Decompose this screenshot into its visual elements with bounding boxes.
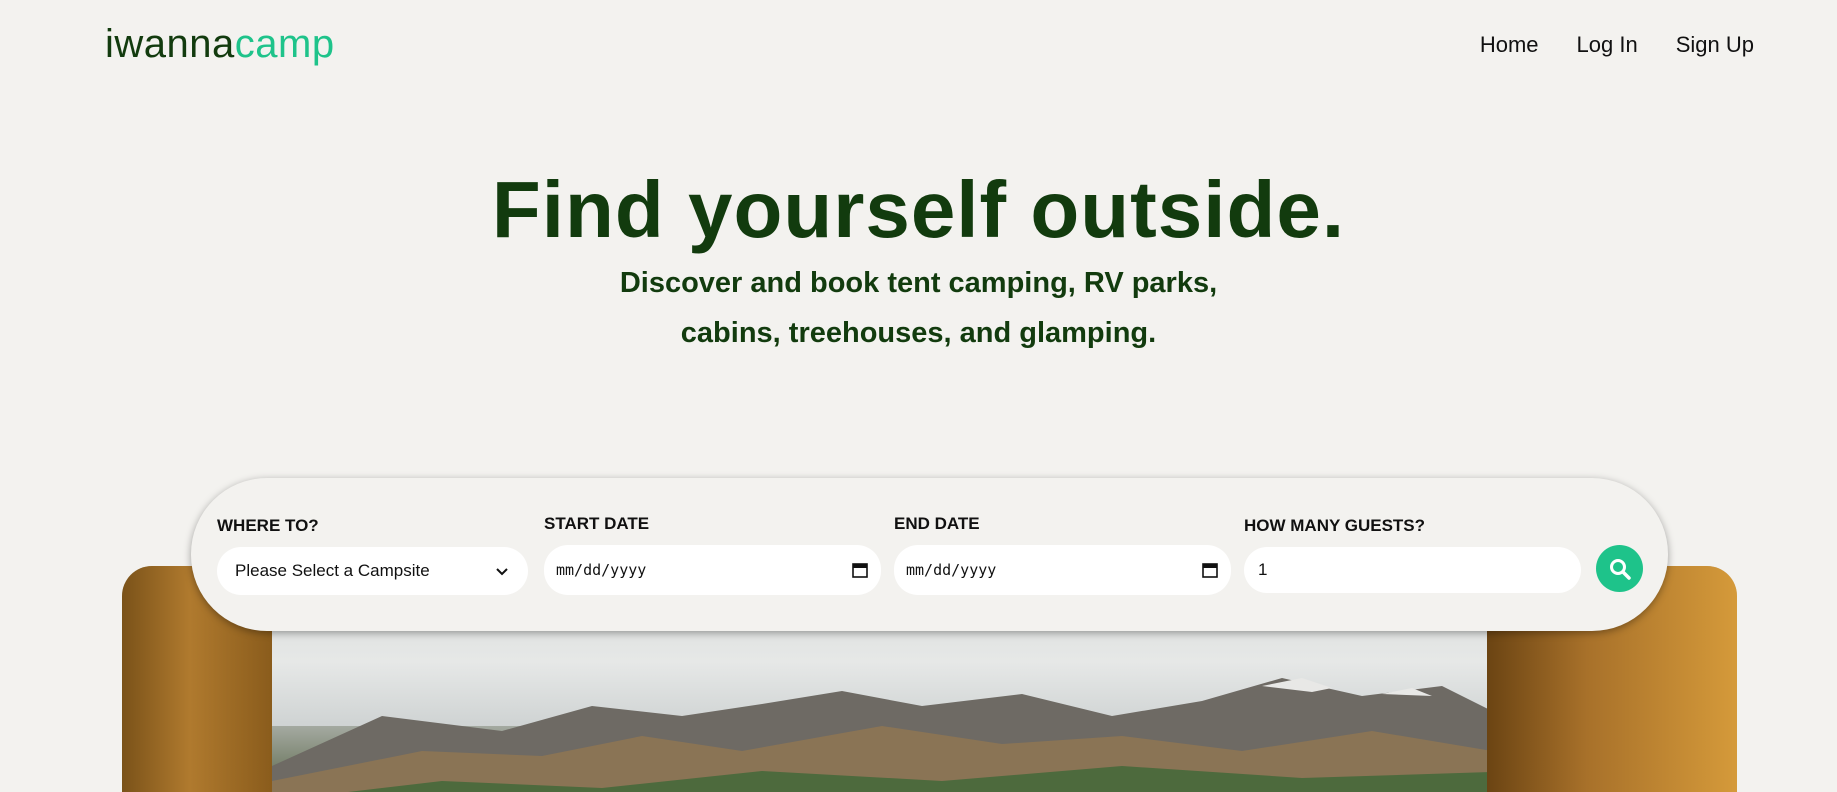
campsite-select[interactable]: Please Select a Campsite bbox=[217, 547, 528, 595]
chevron-down-icon bbox=[496, 568, 508, 576]
where-label: WHERE TO? bbox=[217, 516, 319, 535]
logo-part-1: iwanna bbox=[105, 22, 235, 66]
nav-login[interactable]: Log In bbox=[1577, 32, 1638, 58]
search-button[interactable] bbox=[1596, 545, 1643, 592]
guests-input[interactable]: 1 bbox=[1244, 547, 1581, 593]
nav-signup[interactable]: Sign Up bbox=[1676, 32, 1754, 58]
calendar-icon[interactable] bbox=[851, 561, 869, 579]
calendar-icon[interactable] bbox=[1201, 561, 1219, 579]
hero-subtitle-line-2: cabins, treehouses, and glamping. bbox=[680, 317, 1157, 349]
hero-title: Find yourself outside. bbox=[491, 165, 1346, 254]
start-date-label: START DATE bbox=[544, 514, 650, 533]
guests-label: HOW MANY GUESTS? bbox=[1244, 516, 1426, 535]
nav-home[interactable]: Home bbox=[1480, 32, 1539, 58]
guests-value: 1 bbox=[1258, 560, 1268, 579]
logo-part-2: camp bbox=[234, 22, 335, 66]
campsite-select-value: Please Select a Campsite bbox=[235, 561, 430, 580]
hero-subtitle: Discover and book tent camping, RV parks… bbox=[0, 258, 1837, 358]
end-date-value: mm/dd/yyyy bbox=[906, 561, 997, 579]
page: iwannacamp Home Log In Sign Up Find your… bbox=[0, 0, 1837, 792]
hero-subtitle-line-1: Discover and book tent camping, RV parks… bbox=[619, 267, 1218, 299]
end-date-input[interactable]: mm/dd/yyyy bbox=[894, 545, 1231, 595]
top-nav: Home Log In Sign Up bbox=[1480, 32, 1754, 58]
start-date-input[interactable]: mm/dd/yyyy bbox=[544, 545, 881, 595]
logo[interactable]: iwannacamp bbox=[105, 22, 335, 67]
end-date-label: END DATE bbox=[894, 514, 980, 533]
search-bar: WHERE TO? Please Select a Campsite START… bbox=[191, 478, 1668, 631]
start-date-value: mm/dd/yyyy bbox=[556, 561, 647, 579]
search-icon bbox=[1609, 558, 1631, 580]
